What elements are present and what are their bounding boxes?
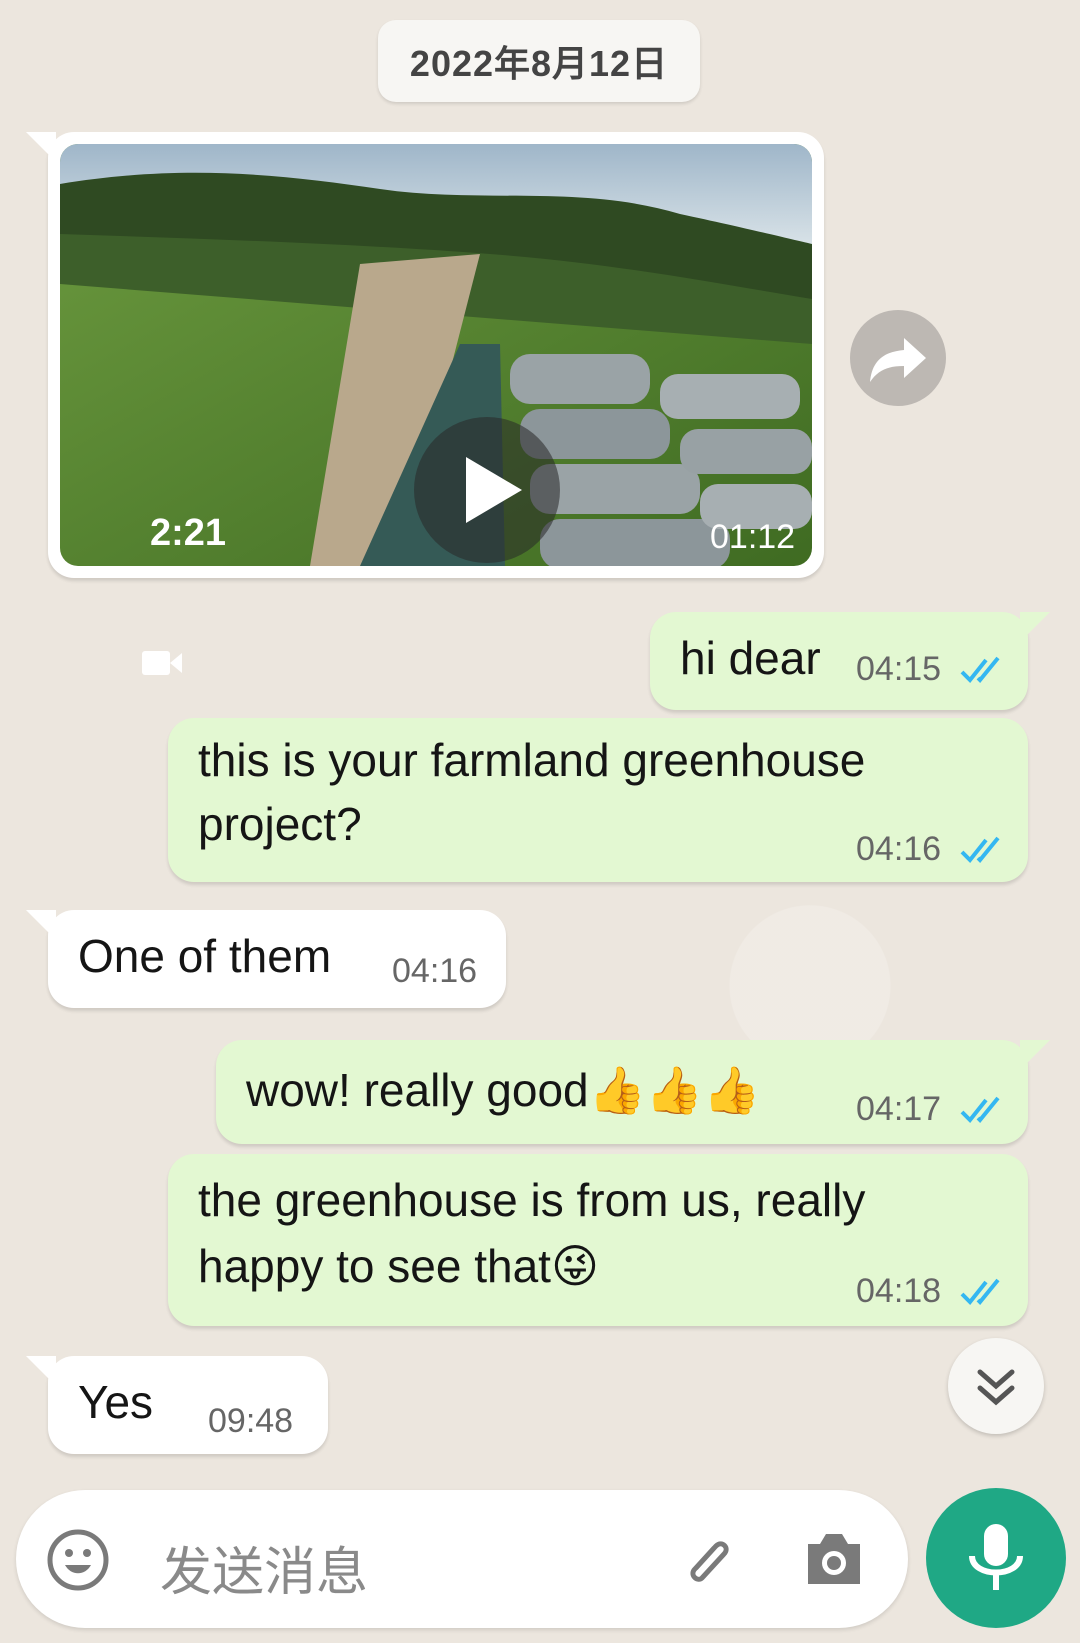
attach-icon: [690, 1541, 729, 1582]
message-text: Yes: [78, 1376, 154, 1428]
message-time: 04:16: [856, 830, 942, 868]
video-message-time: 01:12: [710, 518, 796, 556]
mic-icon: [969, 1524, 1023, 1590]
video-camera-icon: [142, 649, 182, 682]
incoming-message[interactable]: Yes 09:48: [26, 1356, 328, 1454]
message-text: One of them: [78, 930, 332, 982]
message-time: 04:17: [856, 1090, 942, 1128]
emoji-button[interactable]: [46, 1528, 110, 1597]
double-check-icon: [960, 836, 1000, 863]
message-composer: 发送消息: [16, 1490, 908, 1628]
share-icon: [870, 338, 926, 382]
outgoing-message[interactable]: this is your farmland greenhouse project…: [168, 718, 1028, 882]
winking-tongue-emoji: 😜: [550, 1240, 599, 1292]
camera-icon: [808, 1534, 860, 1584]
scroll-down-icon: [977, 1369, 1015, 1406]
outgoing-message[interactable]: hi dear 04:15: [650, 612, 1050, 710]
message-time: 04:15: [856, 650, 942, 688]
double-check-icon: [960, 656, 1000, 683]
message-text: wow! really good👍👍👍: [246, 1058, 760, 1122]
message-text-line2: project?: [198, 798, 362, 850]
thumbs-up-emoji: 👍👍👍: [588, 1064, 761, 1116]
double-check-icon: [960, 1278, 1000, 1305]
message-text-body: wow! really good: [246, 1064, 589, 1116]
message-text-line2: happy to see that😜: [198, 1234, 599, 1298]
outgoing-message[interactable]: wow! really good👍👍👍 04:17: [216, 1040, 1050, 1144]
emoji-icon: [47, 1529, 109, 1591]
date-chip: 2022年8月12日: [378, 20, 700, 102]
message-time: 04:18: [856, 1272, 942, 1310]
message-text-body: happy to see that: [198, 1240, 551, 1292]
attach-button[interactable]: [676, 1528, 740, 1597]
message-input[interactable]: 发送消息: [160, 1530, 368, 1605]
message-text: hi dear: [680, 632, 821, 684]
play-button[interactable]: [414, 417, 560, 563]
voice-record-button[interactable]: [926, 1488, 1066, 1628]
message-time: 04:16: [392, 952, 478, 990]
incoming-message[interactable]: One of them 04:16: [26, 910, 506, 1008]
scroll-to-bottom-button[interactable]: [948, 1338, 1044, 1434]
outgoing-message[interactable]: the greenhouse is from us, really happy …: [168, 1154, 1028, 1326]
forward-button[interactable]: [850, 310, 946, 406]
play-icon: [466, 457, 522, 523]
video-duration: 2:21: [150, 512, 227, 554]
double-check-icon: [960, 1096, 1000, 1123]
camera-button[interactable]: [802, 1530, 866, 1593]
message-text-line1: this is your farmland greenhouse: [198, 734, 866, 786]
message-text-line1: the greenhouse is from us, really: [198, 1174, 866, 1226]
message-time: 09:48: [208, 1402, 294, 1440]
